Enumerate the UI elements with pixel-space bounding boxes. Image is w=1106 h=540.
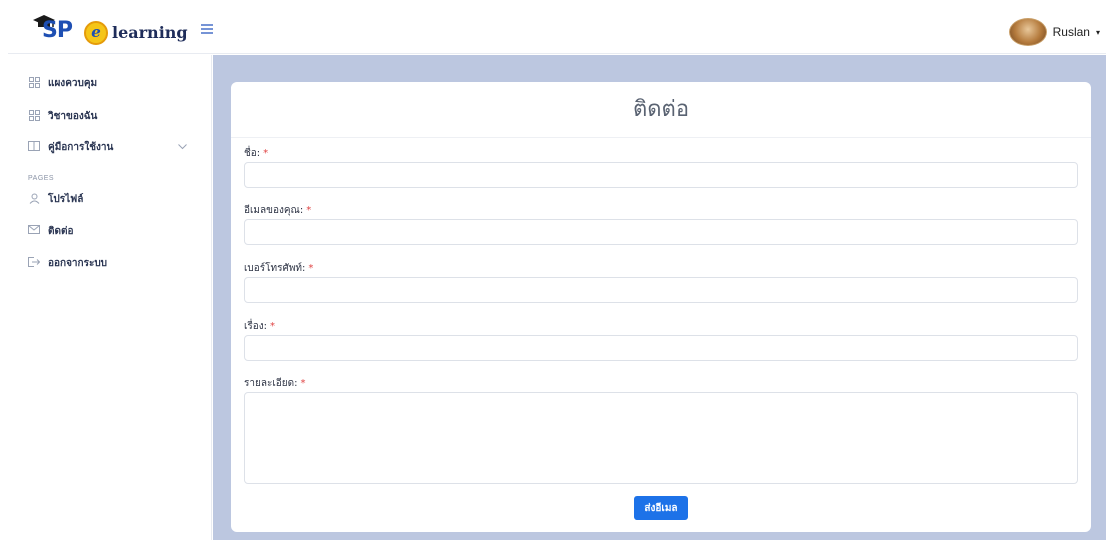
section-label-pages: PAGES — [28, 175, 55, 182]
logo-sp-text: SP — [42, 18, 73, 43]
sidebar-item-label: คู่มือการใช้งาน — [48, 141, 114, 153]
send-email-button[interactable]: ส่งอีเมล — [634, 496, 688, 520]
details-label: รายละเอียด: * — [244, 376, 306, 391]
required-marker: * — [270, 321, 276, 332]
sidebar-item-profile[interactable]: โปรไฟล์ — [28, 189, 83, 209]
sidebar-item-my-courses[interactable]: วิชาของฉัน — [28, 106, 97, 126]
book-icon — [28, 141, 40, 153]
sidebar-item-manual[interactable]: คู่มือการใช้งาน — [28, 137, 198, 157]
logo-e-badge: e — [84, 21, 108, 45]
user-name[interactable]: Ruslan — [1053, 25, 1090, 39]
subject-label-text: เรื่อง: — [244, 321, 268, 332]
grid-icon — [28, 110, 40, 122]
logo-learning-text: learning — [112, 23, 188, 42]
main-content: ติดต่อ ชื่อ: * อีเมลของคุณ: * เบอร์โทรศัพท… — [213, 55, 1106, 540]
hamburger-icon[interactable] — [200, 22, 216, 40]
sidebar-item-label: วิชาของฉัน — [48, 110, 98, 122]
chevron-down-icon[interactable] — [178, 142, 187, 153]
phone-label: เบอร์โทรศัพท์: * — [244, 261, 313, 276]
sidebar-item-label: ติดต่อ — [48, 225, 74, 237]
contact-form-card: ติดต่อ ชื่อ: * อีเมลของคุณ: * เบอร์โทรศัพท… — [231, 82, 1091, 532]
grid-icon — [28, 77, 40, 89]
details-textarea[interactable] — [244, 392, 1078, 484]
required-marker: * — [306, 205, 312, 216]
subject-label: เรื่อง: * — [244, 319, 275, 334]
name-field[interactable] — [244, 162, 1078, 188]
phone-field[interactable] — [244, 277, 1078, 303]
required-marker: * — [300, 378, 306, 389]
sidebar-item-label: แผงควบคุม — [48, 77, 98, 89]
logout-icon — [28, 257, 41, 269]
required-marker: * — [308, 263, 314, 274]
phone-label-text: เบอร์โทรศัพท์: — [244, 263, 306, 274]
sidebar-item-label: ออกจากระบบ — [48, 257, 108, 269]
sidebar: แผงควบคุม วิชาของฉัน คู่มือการใช้งาน PAG… — [8, 55, 212, 540]
brand-logo[interactable]: SP e learning — [32, 14, 192, 50]
chevron-down-icon[interactable]: ▾ — [1096, 28, 1100, 37]
name-label-text: ชื่อ: — [244, 148, 261, 159]
sidebar-item-contact[interactable]: ติดต่อ — [28, 221, 74, 241]
page-title: ติดต่อ — [231, 82, 1091, 138]
email-label: อีเมลของคุณ: * — [244, 203, 311, 218]
email-field[interactable] — [244, 219, 1078, 245]
email-label-text: อีเมลของคุณ: — [244, 205, 304, 216]
name-label: ชื่อ: * — [244, 146, 268, 161]
required-marker: * — [263, 148, 269, 159]
details-label-text: รายละเอียด: — [244, 378, 298, 389]
app-window: SP e learning Ruslan ▾ แผงควบคุม วิชาของ… — [8, 10, 1106, 540]
avatar[interactable] — [1008, 18, 1047, 46]
menu-toggle-icon — [201, 24, 213, 34]
subject-field[interactable] — [244, 335, 1078, 361]
user-icon — [28, 193, 40, 205]
sidebar-item-dashboard[interactable]: แผงควบคุม — [28, 73, 97, 93]
sidebar-item-label: โปรไฟล์ — [48, 193, 84, 205]
sidebar-item-logout[interactable]: ออกจากระบบ — [28, 253, 107, 273]
top-navbar: SP e learning Ruslan ▾ — [8, 10, 1106, 54]
user-menu[interactable]: Ruslan ▾ — [1008, 16, 1100, 48]
mail-icon — [28, 225, 40, 237]
